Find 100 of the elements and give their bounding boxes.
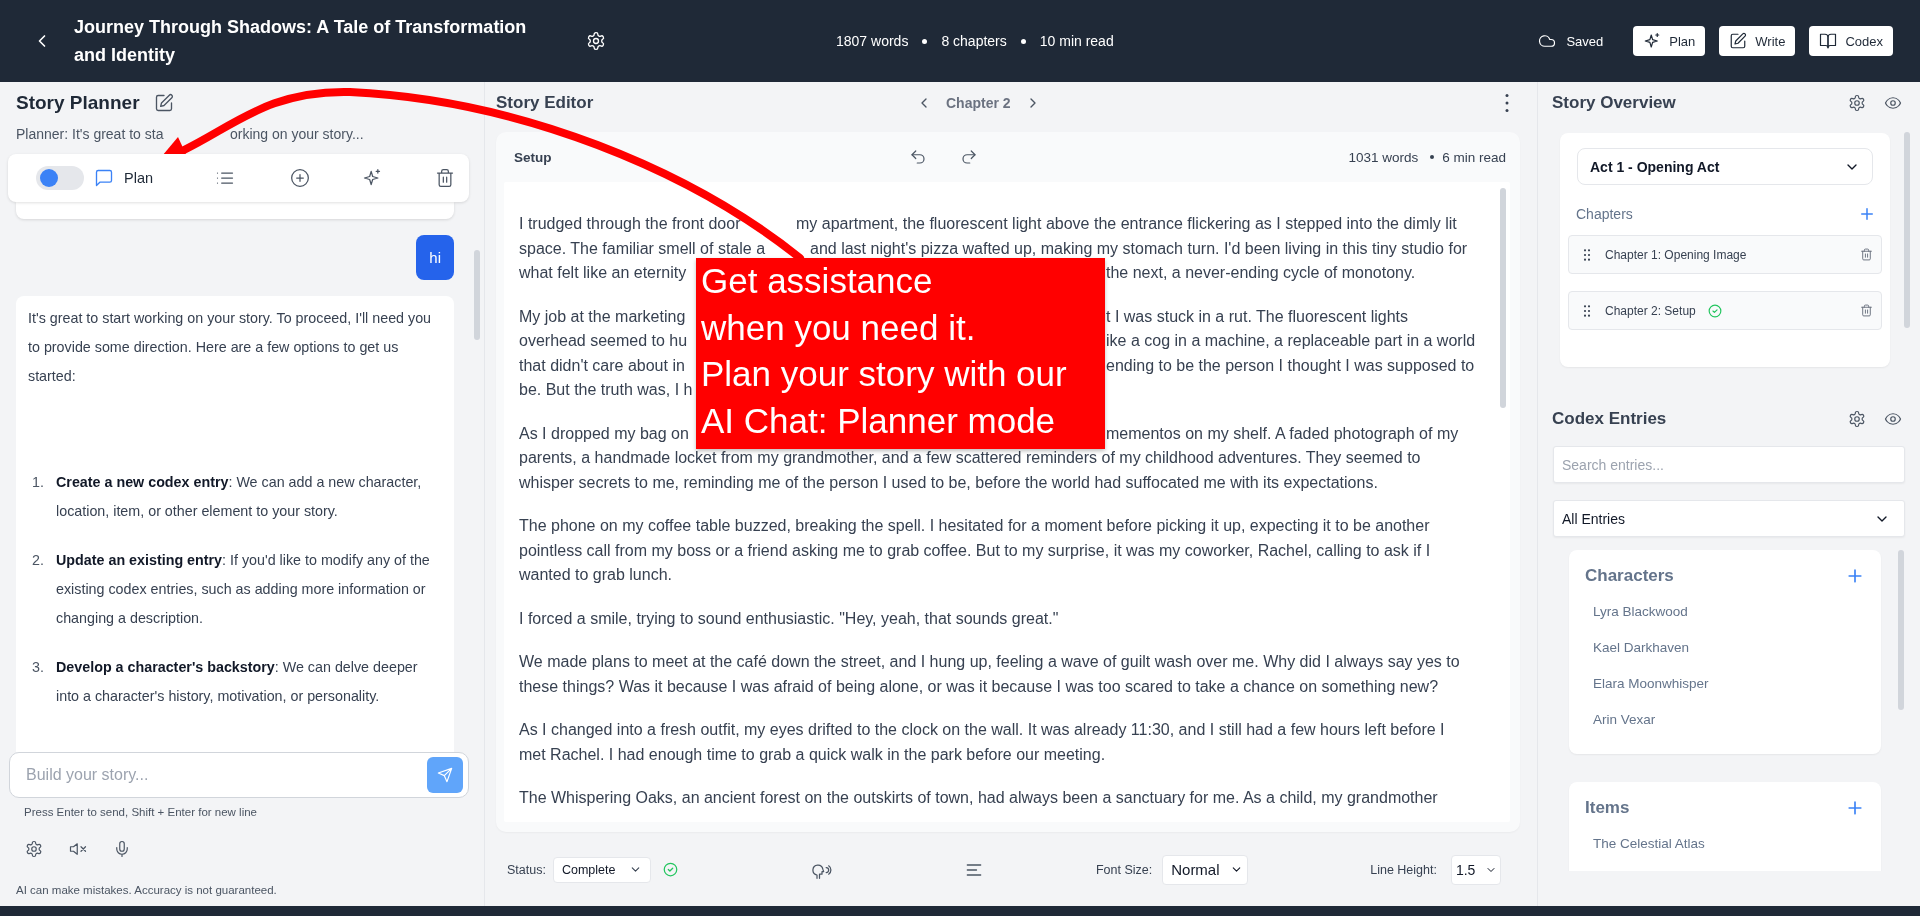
story-stat: 1807 words [836, 33, 909, 49]
text-fragment: t I was stuck in a rut. The fluorescent lights [1106, 306, 1409, 327]
vertical-dots-icon [1505, 94, 1509, 112]
trash-icon [1860, 304, 1873, 317]
story-paragraph: The Whispering Oaks, an ancient forest on the outskirts of town, had always been a sanctuary for me. As a child, my grandmother [519, 788, 1439, 808]
trash-icon [435, 168, 456, 188]
chapter-label: Chapter 2 [946, 95, 1011, 111]
cloud-icon [1538, 32, 1557, 50]
microphone-icon [113, 840, 131, 858]
text-fragment: my apartment, the fluorescent light above the entrance flickering as I stepped into the dimly lit [796, 214, 1457, 234]
line-height-select[interactable]: 1.5 [1450, 854, 1501, 885]
chapter-item[interactable]: Chapter 2: Setup [1568, 291, 1882, 330]
microphone-button[interactable] [113, 840, 131, 858]
mute-button[interactable] [69, 840, 87, 858]
category-title: Items [1585, 798, 1630, 818]
delete-chapter-button[interactable] [1860, 304, 1873, 317]
scrollbar-thumb[interactable] [474, 250, 480, 340]
story-title: Journey Through Shadows: A Tale of Transformation and Identity [74, 16, 528, 67]
settings-button[interactable] [25, 840, 43, 858]
visibility-button[interactable] [1884, 94, 1902, 112]
eye-icon [1884, 94, 1902, 112]
line-height-label: Line Height: [1370, 862, 1437, 877]
codex-entry[interactable]: Elara Moonwhisper [1593, 666, 1865, 702]
send-button[interactable] [427, 757, 463, 793]
send-icon [437, 767, 453, 783]
list-number: 2. [31, 551, 45, 570]
visibility-button[interactable] [1884, 410, 1902, 428]
clear-button[interactable] [435, 168, 456, 188]
more-menu-button[interactable] [1505, 94, 1509, 112]
category-title: Characters [1585, 566, 1674, 586]
story-stat: 8 chapters [941, 33, 1007, 49]
plus-icon [1858, 205, 1876, 223]
scrollbar-thumb[interactable] [1500, 188, 1506, 408]
panel-title: Story Editor [496, 93, 595, 113]
panel-title: Story Overview [1552, 93, 1677, 113]
story-paragraph: The phone on my coffee table buzzed, breaking the spell. I hesitated for a moment before picking it up, expecting it to be another pointless call from my boss or a friend asking me to grab coffee. But to my surprise, it was my coworker, Rachel, calling to ask if I wanted to grab lunch. [519, 516, 1432, 585]
plan-mode-button[interactable]: Plan [94, 168, 154, 188]
chat-bubble-icon [94, 168, 114, 188]
codex-entry[interactable]: Arin Vexar [1593, 702, 1865, 738]
list-item-text: Update an existing entry: If you'd like to modify any of the existing codex entries, such as adding more information or changing a description. [56, 551, 431, 628]
word-count: 1031 words [1348, 149, 1419, 165]
new-chat-button[interactable] [153, 93, 174, 113]
text-fragment: mementos on my shelf. A faded photograph of my [1106, 423, 1459, 444]
mode-button[interactable]: Codex [1809, 26, 1893, 56]
delete-chapter-button[interactable] [1860, 248, 1873, 261]
add-button[interactable] [290, 168, 311, 188]
chapters-label: Chapters [1576, 206, 1633, 222]
panel-title: Codex Entries [1552, 409, 1668, 429]
undo-button[interactable] [909, 148, 927, 166]
codex-entry[interactable]: Lyra Blackwood [1593, 594, 1865, 630]
chapter-item[interactable]: Chapter 1: Opening Image [1568, 235, 1882, 274]
search-field[interactable]: Search entries... [1553, 446, 1905, 483]
save-status: Saved [1566, 33, 1604, 49]
text-fragment: overhead seemed to hu [519, 331, 688, 351]
status-select[interactable]: Complete [552, 856, 651, 883]
act-select[interactable]: Act 1 - Opening Act [1577, 148, 1873, 185]
text-fragment: ike a cog in a machine, a replaceable part in a world [1106, 331, 1476, 351]
generate-button[interactable] [362, 168, 383, 188]
pen-icon [1729, 32, 1748, 50]
section-title: Setup [514, 149, 553, 165]
add-chapter-button[interactable] [1858, 205, 1876, 223]
chapter-title: Chapter 1: Opening Image [1605, 247, 1747, 262]
chat-input-field[interactable]: Build your story... [9, 752, 469, 798]
story-paragraph: As I changed into a fresh outfit, my eyes drifted to the clock on the wall. It was already 11:30, and I still had a few hours left before I met Rachel. I had enough time to grab a quick walk in the park before our meeting. [519, 720, 1446, 765]
list-number: 3. [31, 658, 45, 677]
scrollbar-thumb[interactable] [1904, 132, 1910, 328]
settings-icon [25, 840, 43, 858]
font-size-select[interactable]: Normal [1162, 854, 1249, 885]
trash-icon [1860, 248, 1873, 261]
sparkle-icon [362, 168, 383, 188]
user-message: hi [416, 235, 454, 280]
settings-button[interactable] [1848, 410, 1866, 428]
status-label: Status: [507, 862, 546, 877]
text-fragment: As I dropped my bag on [519, 423, 689, 444]
input-hint: Press Enter to send, Shift + Enter for new line [23, 805, 258, 818]
filter-select[interactable]: All Entries [1553, 500, 1905, 537]
mode-button[interactable]: Plan [1633, 26, 1706, 56]
story-paragraph: I forced a smile, trying to sound enthusiastic. "Hey, yeah, that sounds great." [519, 608, 1060, 629]
muted-speaker-icon [69, 840, 87, 858]
text-line: whisper secrets to me, reminding me of the person I used to be, before the world had suffocated me with its expectations. [519, 472, 1378, 493]
read-time: 6 min read [1442, 149, 1506, 165]
codex-entry[interactable]: Kael Darkhaven [1593, 630, 1865, 666]
list-item-text: Develop a character's backstory: We can delve deeper into a character's history, motivation, or personality. [56, 658, 419, 706]
codex-entry[interactable]: The Celestial Atlas [1593, 826, 1865, 862]
subtitle-text: Planner: It's great to sta [16, 126, 165, 144]
mode-toggle[interactable] [36, 166, 84, 190]
disclaimer: AI can make mistakes. Accuracy is not guaranteed. [15, 883, 278, 898]
text-fragment: the next, a never-ending cycle of monotony. [1106, 263, 1416, 283]
mode-button[interactable]: Write [1719, 26, 1796, 56]
story-stat: 10 min read [1039, 33, 1114, 49]
redo-button[interactable] [960, 148, 978, 166]
settings-button[interactable] [1848, 94, 1866, 112]
panel-title: Story Planner [16, 92, 140, 114]
undo-icon [909, 148, 927, 166]
book-icon [1819, 32, 1838, 50]
redo-icon [960, 148, 978, 166]
text-fragment: ending to be the person I thought I was supposed to [1106, 355, 1475, 376]
scrollbar-thumb[interactable] [1898, 550, 1904, 710]
text-fragment: I trudged through the front door [519, 214, 741, 234]
text-fragment: be. But the truth was, I h [519, 380, 693, 400]
